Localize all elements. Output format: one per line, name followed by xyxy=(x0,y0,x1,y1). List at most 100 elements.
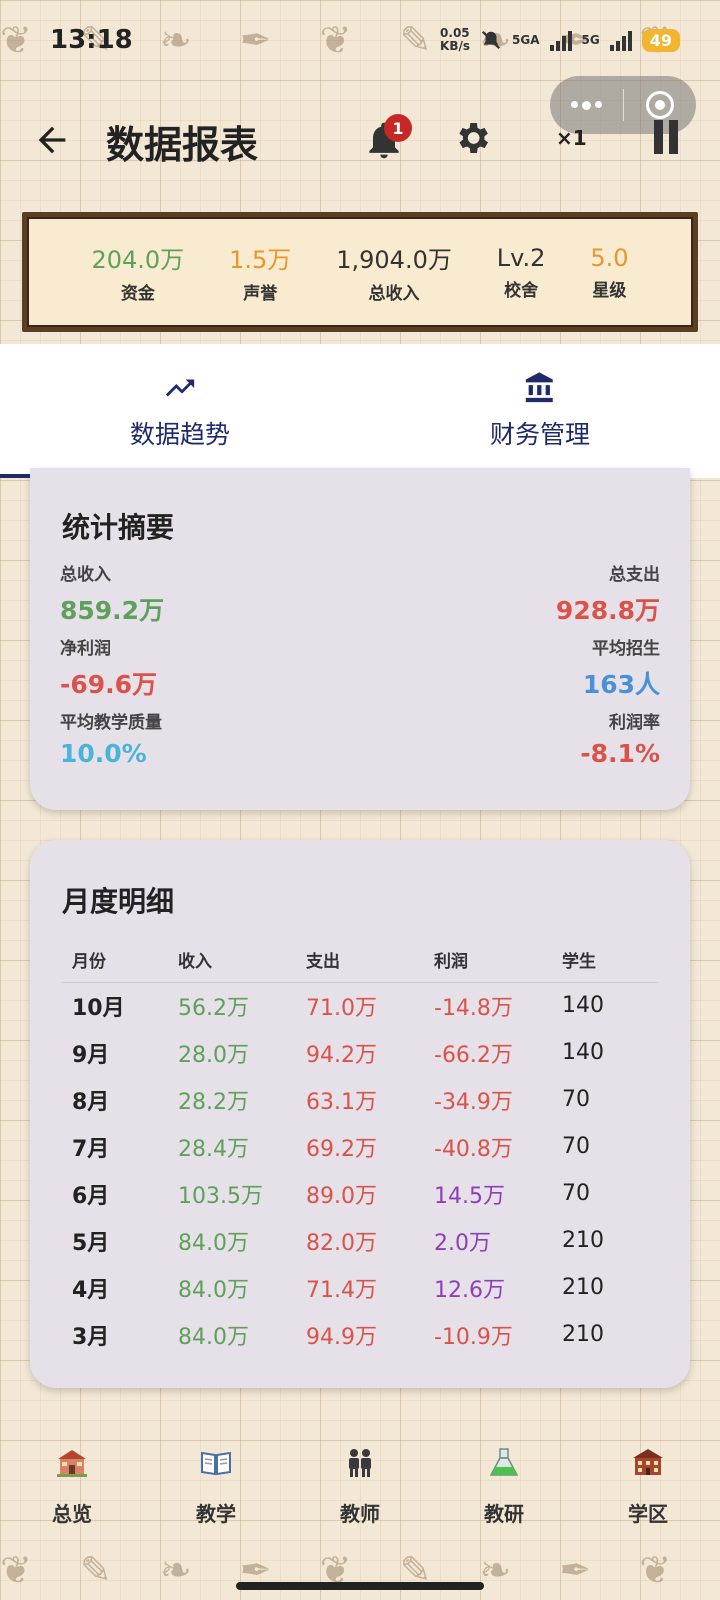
students-cell: 70 xyxy=(562,1181,590,1206)
stat-value: -8.1% xyxy=(580,739,660,768)
nav-teachers[interactable]: 教师 xyxy=(288,1444,432,1544)
network-label-1: 5GA xyxy=(512,33,540,47)
tab-data-trends[interactable]: 数据趋势 xyxy=(0,344,360,478)
table-row: 8月 28.2万 63.1万 -34.9万 70 xyxy=(62,1076,658,1123)
nav-district[interactable]: 学区 xyxy=(576,1444,720,1544)
mute-icon xyxy=(481,30,501,50)
income-cell: 28.2万 xyxy=(178,1089,249,1115)
resource-value: Lv.2 xyxy=(496,243,546,272)
expense-cell: 63.1万 xyxy=(306,1089,377,1115)
status-time: 13:18 xyxy=(50,25,133,55)
monthly-table: 月份 收入 支出 利润 学生 10月 56.2万 71.0万 -14.8万 140 9月 2… xyxy=(62,938,658,1358)
resource-value: 5.0 xyxy=(590,243,629,272)
page-title: 数据报表 xyxy=(106,123,259,167)
profit-cell: -10.9万 xyxy=(434,1324,513,1350)
nav-label: 教学 xyxy=(196,1502,236,1526)
bank-icon xyxy=(525,372,553,403)
resource-label: 资金 xyxy=(120,284,155,304)
table-body: 10月 56.2万 71.0万 -14.8万 140 9月 28.0万 94.2万 -66.2万… xyxy=(62,982,658,1358)
students-cell: 210 xyxy=(562,1228,604,1253)
stat-total-income: 总收入 859.2万 xyxy=(60,560,164,627)
back-arrow-icon[interactable] xyxy=(32,120,72,160)
network-speed: 0.05 KB/s xyxy=(440,27,470,53)
table-row: 9月 28.0万 94.2万 -66.2万 140 xyxy=(62,1029,658,1076)
income-cell: 84.0万 xyxy=(178,1324,249,1350)
trending-up-icon xyxy=(165,379,195,397)
month-cell: 7月 xyxy=(72,1136,110,1162)
signal-icon-2 xyxy=(609,29,632,51)
stat-value: -69.6万 xyxy=(60,670,158,699)
pause-icon[interactable] xyxy=(654,120,680,154)
nav-teaching[interactable]: 教学 xyxy=(144,1444,288,1544)
table-row: 3月 84.0万 94.9万 -10.9万 210 xyxy=(62,1311,658,1358)
profit-cell: -34.9万 xyxy=(434,1089,513,1115)
game-speed-button[interactable]: ×1 xyxy=(556,126,587,150)
stat-avg-enrollment: 平均招生 163人 xyxy=(583,634,660,701)
resource-label: 声誉 xyxy=(243,284,278,304)
resource-star-rating: 5.0 星级 xyxy=(590,244,628,301)
month-cell: 9月 xyxy=(72,1042,110,1068)
monthly-detail-card: 月度明细 月份 收入 支出 利润 学生 10月 56.2万 71.0万 -14.8万 1… xyxy=(30,840,690,1388)
month-cell: 6月 xyxy=(72,1183,110,1209)
resource-total-income: 1,904.0万 总收入 xyxy=(336,240,452,304)
expense-cell: 94.9万 xyxy=(306,1324,377,1350)
table-row: 4月 84.0万 71.4万 12.6万 210 xyxy=(62,1264,658,1311)
income-cell: 84.0万 xyxy=(178,1230,249,1256)
expense-cell: 89.0万 xyxy=(306,1183,377,1209)
month-cell: 8月 xyxy=(72,1089,110,1115)
stat-label: 平均教学质量 xyxy=(60,713,162,733)
nav-research[interactable]: 教研 xyxy=(432,1444,576,1544)
decorative-border-bottom: ❦ ✎ ❧ ✒ ❦ ✎ ❧ ✒ ❦ ✎ ❧ ✒ ❦ ✎ xyxy=(0,1548,720,1592)
income-cell: 28.0万 xyxy=(178,1042,249,1068)
stat-value: 10.0% xyxy=(60,739,147,768)
resource-label: 星级 xyxy=(592,280,627,301)
network-speed-unit: KB/s xyxy=(440,39,471,53)
students-cell: 140 xyxy=(562,993,604,1019)
month-cell: 5月 xyxy=(72,1230,110,1256)
status-bar: 13:18 0.05 KB/s 5GA 5G 49 xyxy=(0,0,720,80)
resource-panel-inner: 204.0万 资金 1.5万 声誉 1,904.0万 总收入 Lv.2 校舍 5… xyxy=(27,217,693,327)
resource-label: 校舍 xyxy=(504,280,539,301)
bottom-navigation: 总览 教学 教师 教研 学区 xyxy=(0,1444,720,1544)
month-cell: 4月 xyxy=(72,1277,110,1303)
header: 数据报表 1 ×1 xyxy=(0,100,720,180)
network-label-2: 5G xyxy=(581,33,600,47)
profit-cell: 12.6万 xyxy=(434,1277,505,1303)
stat-net-profit: 净利润 -69.6万 xyxy=(60,634,157,701)
income-cell: 28.4万 xyxy=(178,1136,249,1162)
profit-cell: -14.8万 xyxy=(434,995,513,1021)
students-cell: 210 xyxy=(562,1275,604,1300)
table-row: 5月 84.0万 82.0万 2.0万 210 xyxy=(62,1217,658,1264)
nav-label: 教师 xyxy=(340,1502,380,1526)
column-header-students: 学生 xyxy=(552,938,658,983)
resource-label: 总收入 xyxy=(368,284,420,304)
signal-icon xyxy=(549,29,572,51)
tab-label: 财务管理 xyxy=(489,420,590,449)
stat-total-expense: 总支出 928.8万 xyxy=(556,560,660,627)
income-cell: 56.2万 xyxy=(178,995,249,1021)
table-row: 7月 28.4万 69.2万 -40.8万 70 xyxy=(62,1123,658,1170)
nav-label: 学区 xyxy=(628,1502,668,1526)
stat-value: 163人 xyxy=(582,670,660,699)
profit-cell: -40.8万 xyxy=(434,1136,513,1162)
stat-label: 平均招生 xyxy=(592,639,660,659)
card-title: 统计摘要 xyxy=(62,511,175,544)
tab-bar: 数据趋势 财务管理 xyxy=(0,344,720,478)
nav-overview[interactable]: 总览 xyxy=(0,1444,144,1544)
profit-cell: 2.0万 xyxy=(434,1230,491,1256)
column-header-month: 月份 xyxy=(62,938,168,983)
nav-label: 总览 xyxy=(52,1502,92,1526)
income-cell: 84.0万 xyxy=(178,1277,249,1303)
resource-value: 1.5万 xyxy=(229,246,292,274)
month-cell: 10月 xyxy=(72,995,125,1021)
tab-finance-management[interactable]: 财务管理 xyxy=(360,344,720,478)
students-cell: 140 xyxy=(562,1040,604,1065)
home-indicator[interactable] xyxy=(236,1582,484,1590)
column-header-profit: 利润 xyxy=(424,938,552,983)
resource-reputation: 1.5万 声誉 xyxy=(229,240,291,304)
resource-panel: 204.0万 资金 1.5万 声誉 1,904.0万 总收入 Lv.2 校舍 5… xyxy=(22,212,698,332)
expense-cell: 69.2万 xyxy=(306,1136,377,1162)
campus-icon xyxy=(633,1449,663,1475)
gear-icon[interactable] xyxy=(452,118,492,158)
resource-value: 1,904.0万 xyxy=(336,246,452,274)
